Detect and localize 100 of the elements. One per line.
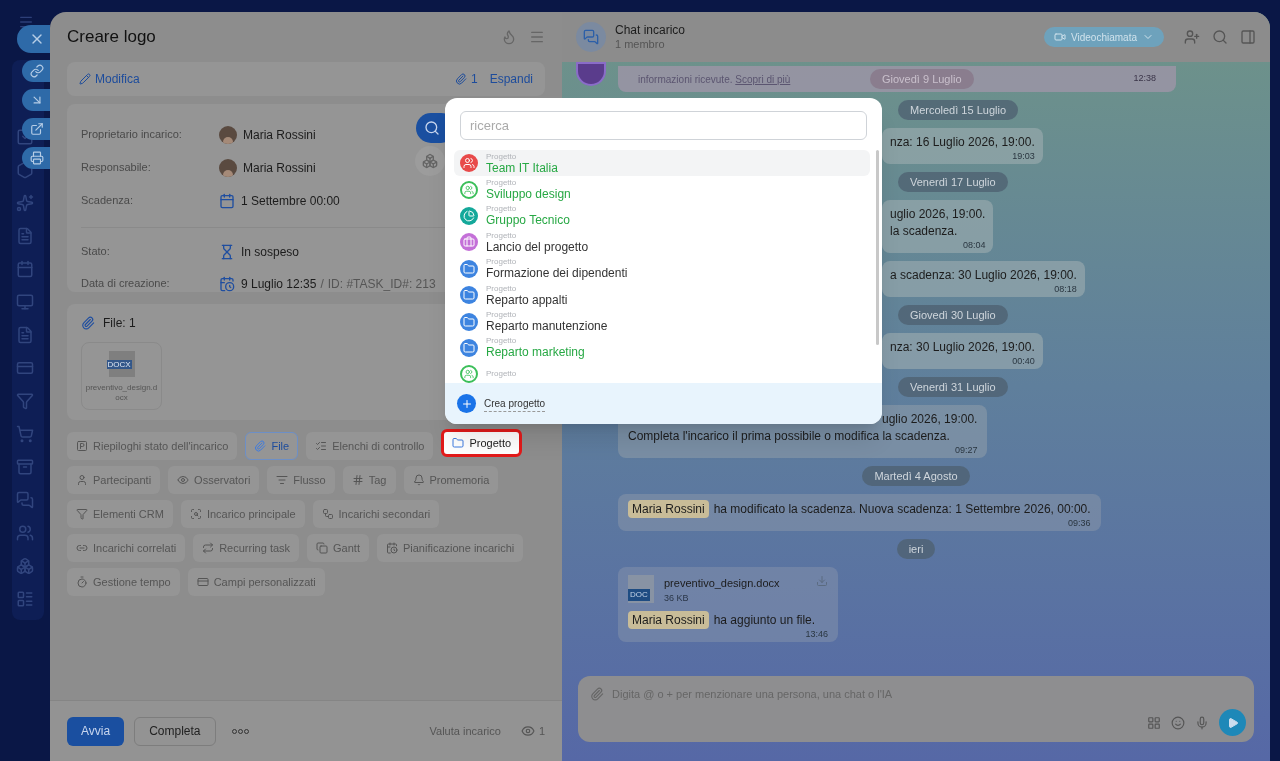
create-project-button[interactable]: Crea progetto: [445, 383, 882, 424]
sidebar-icon[interactable]: [16, 557, 34, 575]
apps-icon[interactable]: [1147, 715, 1161, 730]
mention-tag[interactable]: Maria Rossini: [628, 611, 709, 629]
date-label: Giovedì 9 Luglio: [870, 69, 974, 89]
message-text: nza: 16 Luglio 2026, 19:00.: [890, 134, 1035, 151]
sidebar-icon[interactable]: [16, 392, 34, 410]
sidebar-icon[interactable]: [16, 227, 34, 245]
link-icon: [30, 64, 44, 78]
send-icon: [1226, 716, 1239, 729]
add-user-icon[interactable]: [1184, 29, 1200, 45]
feature-chip[interactable]: Progetto: [441, 429, 523, 457]
feature-chip[interactable]: Riepiloghi stato dell'incarico: [67, 432, 238, 460]
feature-chip[interactable]: Osservatori: [168, 466, 260, 494]
project-option[interactable]: Progetto Gruppo Tecnico: [454, 202, 870, 230]
option-name: Formazione dei dipendenti: [486, 267, 628, 280]
message-text: ha modificato la scadenza. Nuova scadenza: 1 Settembre 2026, 00:00.: [713, 501, 1091, 518]
feature-chip[interactable]: Gantt: [307, 534, 369, 562]
send-button[interactable]: [1219, 709, 1246, 736]
sidebar-icon[interactable]: [16, 491, 34, 509]
sidebar-icon[interactable]: [16, 260, 34, 278]
task-title: Creare logo: [67, 26, 156, 49]
paperclip-icon: [81, 316, 95, 330]
timer-icon: [76, 576, 88, 588]
feature-chip[interactable]: Incarico principale: [180, 500, 305, 528]
field-label: Proprietario incarico:: [81, 127, 183, 143]
feature-chip[interactable]: Incarichi correlati: [67, 534, 186, 562]
project-option[interactable]: Progetto Reparto marketing: [454, 334, 870, 362]
paperclip-icon[interactable]: [590, 687, 604, 702]
feature-chip[interactable]: Campi personalizzati: [187, 568, 325, 596]
feature-chip[interactable]: Elementi CRM: [67, 500, 173, 528]
menu-icon[interactable]: [18, 14, 34, 30]
emoji-icon[interactable]: [1171, 715, 1185, 730]
sidebar-icon[interactable]: [16, 293, 34, 311]
files-title: File: 1: [103, 315, 136, 332]
minimize-button[interactable]: [22, 89, 50, 111]
feature-chip[interactable]: Tag: [342, 466, 396, 494]
message-time: 19:03: [1011, 151, 1035, 162]
sidebar-icon[interactable]: [16, 326, 34, 344]
project-option[interactable]: Progetto Lancio del progetto: [454, 229, 870, 256]
project-option[interactable]: Progetto Sviluppo design: [454, 176, 870, 203]
funnel-icon: [76, 508, 88, 520]
menu-icon[interactable]: [529, 29, 545, 45]
feature-chip[interactable]: Elenchi di controllo: [306, 432, 434, 460]
expand-link[interactable]: Espandi: [489, 70, 533, 88]
message-text: ha aggiunto un file.: [713, 612, 816, 629]
field-value: 1 Settembre 00:00: [241, 192, 340, 210]
feature-chip[interactable]: File: [245, 432, 299, 460]
option-type: Progetto: [486, 258, 518, 267]
eye-icon: [177, 474, 190, 486]
feature-chip[interactable]: Promemoria: [403, 466, 499, 494]
microphone-icon[interactable]: [1195, 715, 1209, 730]
file-size: 36 KB: [664, 591, 690, 605]
panel-icon[interactable]: [1240, 29, 1256, 45]
option-type: Progetto: [486, 205, 518, 214]
external-link-icon: [30, 122, 44, 136]
message-time: 00:40: [1011, 356, 1035, 367]
option-type: Progetto: [486, 231, 518, 240]
search-field[interactable]: ricerca: [460, 111, 867, 140]
calendar-icon: [219, 275, 235, 292]
document-icon: DOCX: [108, 351, 135, 377]
feature-chip[interactable]: Incarichi secondari: [312, 500, 440, 528]
message-text: Completa l'incarico il prima possibile o modifica la scadenza.: [628, 428, 951, 445]
start-button[interactable]: Avvia: [67, 716, 125, 746]
close-button[interactable]: [17, 25, 50, 53]
sidebar-icon[interactable]: [16, 425, 34, 443]
project-option[interactable]: Progetto Reparto manutenzione: [454, 308, 870, 335]
mention-tag[interactable]: Maria Rossini: [628, 500, 709, 518]
video-call-button[interactable]: Videochiamata: [1044, 27, 1164, 47]
link-button[interactable]: [22, 60, 50, 82]
message-time: 08:18: [1053, 284, 1077, 295]
complete-button[interactable]: Completa: [134, 716, 216, 746]
open-button[interactable]: [22, 118, 50, 140]
feature-chip[interactable]: Partecipanti: [67, 466, 161, 494]
date-label: Venerdì 17 Luglio: [898, 172, 1008, 192]
feature-chip[interactable]: Recurring task: [193, 534, 300, 562]
feature-chip[interactable]: Flusso: [267, 466, 335, 494]
sidebar-icon[interactable]: [16, 359, 34, 377]
download-icon[interactable]: [816, 575, 828, 587]
message-time: 09:27: [953, 445, 978, 456]
sidebar-icon[interactable]: [16, 458, 34, 476]
print-button[interactable]: [22, 147, 50, 169]
sidebar-icon[interactable]: [16, 524, 34, 542]
sidebar-icon[interactable]: [16, 194, 34, 212]
project-option[interactable]: Progetto Reparto appalti: [454, 281, 870, 309]
hourglass-icon: [219, 243, 235, 260]
feature-chip[interactable]: Gestione tempo: [67, 568, 180, 596]
option-type: Progetto: [486, 179, 518, 188]
project-option[interactable]: Progetto Team IT Italia: [454, 150, 870, 177]
learn-more-link[interactable]: Scopri di più: [735, 73, 791, 85]
message-text: uglio 2026, 19:00.: [882, 411, 978, 428]
message-time: 08:04: [961, 240, 986, 251]
flame-icon[interactable]: [501, 29, 517, 45]
sidebar-icon[interactable]: [16, 590, 34, 608]
project-option[interactable]: Progetto Formazione dei dipendenti: [454, 255, 870, 282]
feature-chip[interactable]: Pianificazione incarichi: [376, 534, 524, 562]
message-text: nza: 30 Luglio 2026, 19:00.: [890, 339, 1035, 356]
rate-link[interactable]: Valuta incarico: [429, 722, 501, 740]
edit-link[interactable]: Modifica: [79, 70, 140, 88]
search-icon[interactable]: [1212, 29, 1228, 45]
